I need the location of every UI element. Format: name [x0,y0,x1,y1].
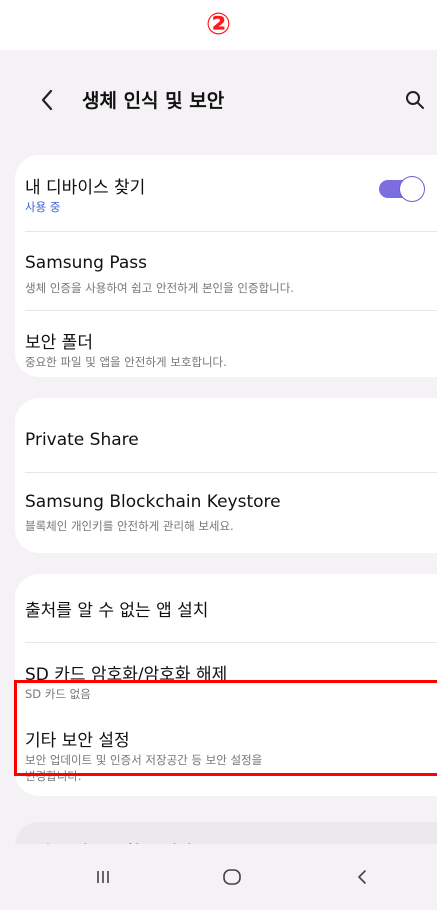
divider [25,472,437,473]
recent-apps-button[interactable] [83,860,123,894]
item-title: Samsung Pass [25,253,147,273]
back-chevron-icon [41,89,53,111]
page-title: 생체 인식 및 보안 [82,90,225,112]
item-title: Samsung Blockchain Keystore [25,492,281,512]
settings-screen: 생체 인식 및 보안 내 디바이스 찾기 사용 중 Samsung Pass 생… [0,50,437,910]
settings-group-security: 내 디바이스 찾기 사용 중 Samsung Pass 생체 인증을 사용하여 … [15,155,437,377]
back-icon [358,870,366,884]
home-icon [223,869,241,885]
divider [25,642,437,643]
step-number: ② [205,7,232,42]
home-button[interactable] [212,860,252,894]
search-icon [406,91,424,109]
recent-apps-icon [97,871,109,883]
app-bar: 생체 인식 및 보안 [0,70,437,130]
item-status: 사용 중 [25,200,61,214]
item-subtitle: 생체 인증을 사용하여 쉽고 안전하게 본인을 인증합니다. [25,281,294,295]
back-button[interactable] [32,82,62,118]
item-title: Private Share [25,430,139,450]
blockchain-keystore-item[interactable]: Samsung Blockchain Keystore 블록체인 개인키를 안전… [15,474,437,553]
find-my-device-toggle[interactable] [379,177,424,201]
item-subtitle: 중요한 파일 및 앱을 안전하게 보호합니다. [25,355,227,369]
private-share-item[interactable]: Private Share [15,398,437,470]
divider [25,231,437,232]
item-title: 출처를 알 수 없는 앱 설치 [25,601,209,621]
item-title: 내 디바이스 찾기 [25,178,146,198]
step-marker: ② [0,0,437,50]
divider [25,310,437,311]
item-title: 보안 폴더 [25,333,93,353]
samsung-pass-item[interactable]: Samsung Pass 생체 인증을 사용하여 쉽고 안전하게 본인을 인증합… [15,233,437,307]
highlight-box [14,680,437,776]
item-subtitle: 블록체인 개인키를 안전하게 관리해 보세요. [25,519,234,533]
find-my-device-item[interactable]: 내 디바이스 찾기 사용 중 [15,155,437,225]
search-button[interactable] [400,84,430,116]
settings-group-privacy: Private Share Samsung Blockchain Keystor… [15,398,437,553]
system-nav-bar [0,844,437,910]
secure-folder-item[interactable]: 보안 폴더 중요한 파일 및 앱을 안전하게 보호합니다. [15,312,437,377]
nav-back-button[interactable] [342,860,382,894]
unknown-apps-item[interactable]: 출처를 알 수 없는 앱 설치 [15,574,437,640]
toggle-knob [400,177,424,201]
